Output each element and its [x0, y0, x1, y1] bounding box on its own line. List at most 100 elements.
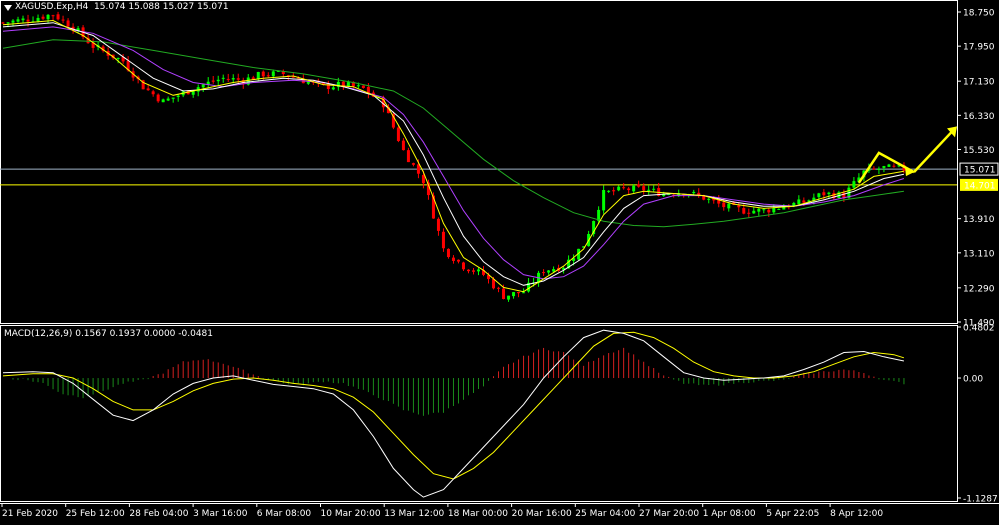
candle-body [361, 85, 365, 89]
candle-body [637, 184, 641, 187]
candle-body [507, 295, 511, 300]
candle-body [522, 292, 526, 294]
candle-body [201, 84, 205, 88]
price-tick-label: 17.130 [963, 78, 995, 88]
candle-body [266, 75, 270, 77]
candle-body [26, 19, 30, 22]
price-tick-label: 14.701 [964, 181, 996, 191]
candle-body [797, 199, 801, 205]
price-tick-label: 13.110 [963, 249, 995, 259]
ma-fast-line [2, 19, 904, 293]
candle-body [742, 208, 746, 214]
candle-body [411, 163, 415, 165]
candle-body [552, 269, 556, 272]
candle-body [331, 87, 335, 90]
candle-body [612, 190, 616, 192]
candle-body [41, 16, 45, 19]
candle-body [492, 279, 496, 289]
candle-body [461, 262, 465, 270]
candle-body [356, 85, 360, 87]
candle-body [396, 127, 400, 142]
candle-body [176, 95, 180, 97]
candle-body [271, 71, 275, 77]
time-tick-label: 27 Mar 20:00 [639, 509, 699, 519]
candle-body [602, 190, 606, 211]
candle-body [21, 18, 25, 21]
candle-body [416, 164, 420, 174]
macd-tick-label: -1.1287 [963, 495, 998, 505]
candle-body [892, 165, 896, 167]
candle-body [627, 188, 631, 191]
time-tick-label: 3 Mar 16:00 [193, 509, 248, 519]
candle-body [512, 292, 516, 297]
candle-body [777, 208, 781, 210]
candle-body [642, 186, 646, 191]
candle-body [877, 169, 881, 171]
time-tick-label: 25 Feb 12:00 [66, 509, 125, 519]
candle-body [517, 291, 521, 294]
candle-body [216, 79, 220, 82]
candle-body [51, 15, 55, 17]
macd-histogram-group [12, 347, 905, 416]
candle-body [211, 80, 215, 82]
chart-window: 18.750 17.950 17.130 16.330 15.530 14.701 13.9… [0, 0, 999, 521]
candle-body [221, 77, 225, 79]
time-tick-label: 20 Mar 16:00 [512, 509, 572, 519]
candle-body [852, 181, 856, 188]
candle-body [502, 288, 506, 300]
candle-body [46, 14, 50, 20]
candle-body [692, 191, 696, 194]
candle-body [226, 78, 230, 80]
chart-canvas: 18.750 17.950 17.130 16.330 15.530 14.701 13.9… [0, 0, 999, 519]
candle-body [497, 287, 501, 289]
candle-body [436, 218, 440, 231]
candle-body [116, 57, 120, 59]
candle-body [817, 193, 821, 198]
macd-tick-label: 0.4802 [963, 324, 995, 334]
candle-body [151, 91, 155, 95]
menu-triangle-icon[interactable] [4, 5, 12, 11]
candle-body [767, 209, 771, 213]
candle-body [466, 269, 470, 272]
candle-body [441, 231, 445, 249]
candle-body [887, 164, 891, 167]
candle-body [406, 150, 410, 163]
candle-body [11, 20, 15, 23]
candle-body [261, 71, 265, 77]
candle-body [346, 82, 350, 87]
candle-body [477, 269, 480, 272]
candle-body [471, 270, 475, 272]
candle-body [647, 189, 651, 191]
candle-body [827, 192, 831, 195]
candle-body [6, 22, 10, 24]
macd-tick-label: 0.00 [963, 375, 983, 385]
candle-body [16, 19, 20, 22]
symbol-header: XAGUSD.Exp,H4 15.074 15.088 15.027 15.07… [15, 2, 229, 12]
candles-group [1, 11, 906, 302]
time-tick-label: 8 Apr 12:00 [830, 509, 883, 519]
candle-body [161, 99, 165, 103]
candle-body [762, 209, 766, 211]
macd-line [2, 329, 905, 498]
candle-body [872, 168, 876, 170]
candle-body [802, 200, 806, 203]
candle-body [882, 166, 886, 168]
time-tick-label: 10 Mar 20:00 [321, 509, 381, 519]
candle-body [231, 78, 235, 80]
candle-body [401, 140, 405, 151]
price-tick-label: 16.330 [963, 112, 995, 122]
candle-body [632, 185, 636, 192]
time-tick-label: 1 Apr 08:00 [703, 509, 756, 519]
time-tick-label: 25 Mar 04:00 [575, 509, 635, 519]
time-tick-label: 28 Feb 04:00 [129, 509, 188, 519]
candle-body [547, 270, 551, 273]
time-tick-label: 6 Mar 08:00 [257, 509, 312, 519]
candle-body [61, 19, 65, 21]
candle-body [737, 205, 741, 208]
candle-body [707, 198, 711, 200]
candle-body [56, 14, 60, 20]
candle-body [772, 208, 776, 213]
candle-body [542, 272, 546, 274]
price-tick-label: 13.910 [963, 215, 995, 225]
candle-body [451, 257, 455, 261]
